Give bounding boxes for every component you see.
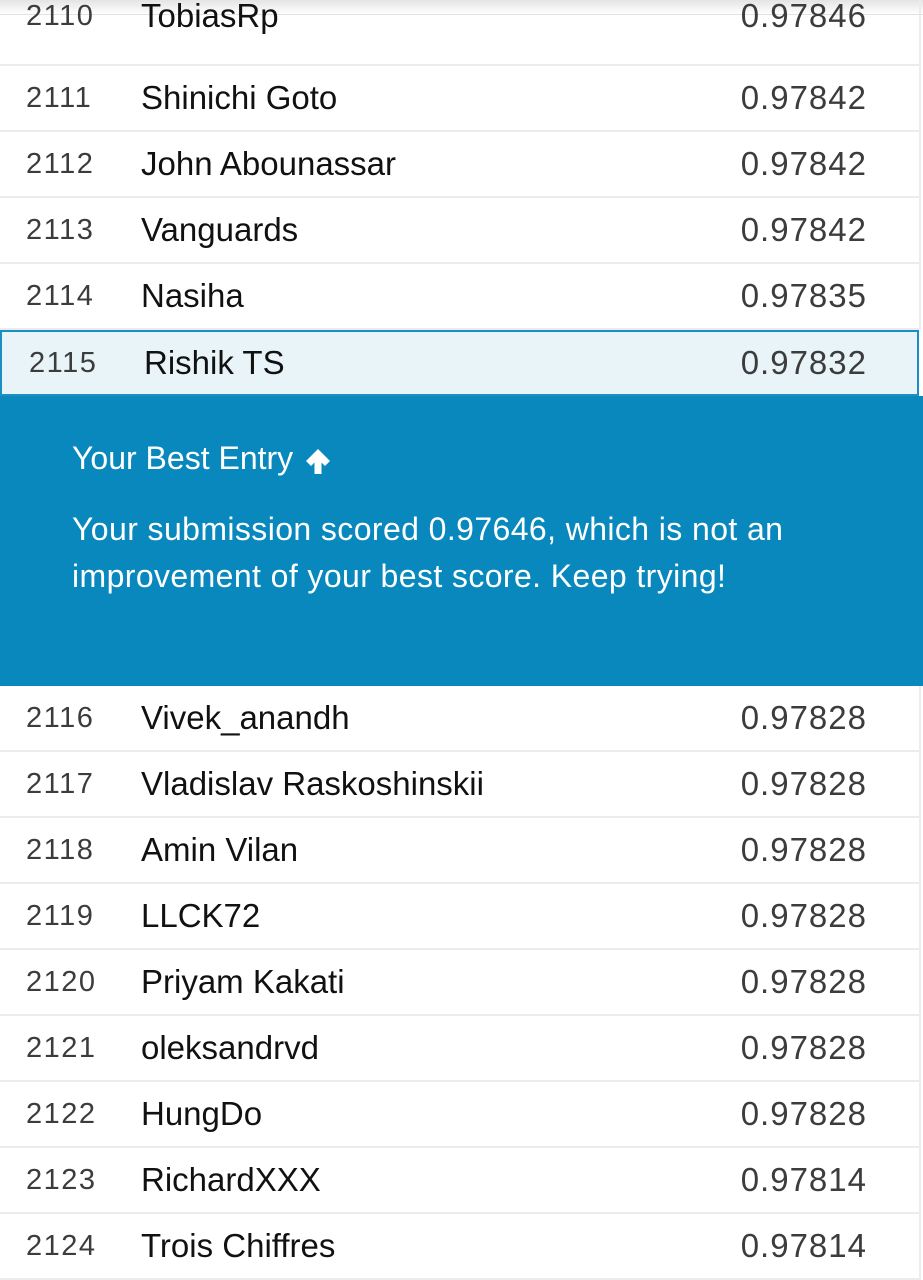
rank: 2115 xyxy=(29,347,98,379)
rank: 2111 xyxy=(26,82,93,114)
table-row[interactable]: 2111 Shinichi Goto 0.97842 xyxy=(0,66,921,132)
team-name[interactable]: Shinichi Goto xyxy=(141,66,337,130)
table-row[interactable]: 2117 Vladislav Raskoshinskii 0.97828 xyxy=(0,752,921,818)
score: 0.97828 xyxy=(740,699,867,736)
team-name[interactable]: Vivek_anandh xyxy=(141,686,350,750)
table-row[interactable]: 2113 Vanguards 0.97842 xyxy=(0,198,921,264)
table-row[interactable]: 2124 Trois Chiffres 0.97814 xyxy=(0,1214,921,1280)
score: 0.97832 xyxy=(740,344,867,381)
rank: 2113 xyxy=(26,214,95,246)
score: 0.97814 xyxy=(740,1161,867,1198)
rank: 2124 xyxy=(26,1230,97,1262)
rank: 2110 xyxy=(26,0,95,32)
score: 0.97828 xyxy=(740,1095,867,1132)
team-name[interactable]: Rishik TS xyxy=(144,332,285,394)
table-row[interactable]: 2116 Vivek_anandh 0.97828 xyxy=(0,686,921,752)
table-row[interactable]: 2119 LLCK72 0.97828 xyxy=(0,884,921,950)
team-name[interactable]: TobiasRp xyxy=(141,0,279,64)
score: 0.97835 xyxy=(740,277,867,314)
score: 0.97842 xyxy=(740,145,867,182)
current-user-row[interactable]: 2115 Rishik TS 0.97832 xyxy=(0,330,919,396)
team-name[interactable]: Vanguards xyxy=(141,198,298,262)
leaderboard: 2110 TobiasRp 0.97846 2111 Shinichi Goto… xyxy=(0,0,923,1280)
team-name[interactable]: LLCK72 xyxy=(141,884,260,948)
rank: 2118 xyxy=(26,834,95,866)
team-name[interactable]: oleksandrvd xyxy=(141,1016,319,1080)
rank: 2116 xyxy=(26,702,95,734)
rank: 2114 xyxy=(26,280,95,312)
team-name[interactable]: Trois Chiffres xyxy=(141,1214,335,1278)
best-entry-banner: Your Best Entry Your submission scored 0… xyxy=(0,396,923,686)
score: 0.97828 xyxy=(740,831,867,868)
team-name[interactable]: Nasiha xyxy=(141,264,244,328)
team-name[interactable]: Priyam Kakati xyxy=(141,950,345,1014)
score: 0.97828 xyxy=(740,963,867,1000)
rank: 2117 xyxy=(26,768,95,800)
table-row[interactable]: 2121 oleksandrvd 0.97828 xyxy=(0,1016,921,1082)
table-row[interactable]: 2114 Nasiha 0.97835 xyxy=(0,264,921,330)
score: 0.97846 xyxy=(740,0,867,34)
score: 0.97828 xyxy=(740,897,867,934)
best-entry-title: Your Best Entry xyxy=(72,436,863,480)
rank: 2123 xyxy=(26,1164,97,1196)
table-row[interactable]: 2120 Priyam Kakati 0.97828 xyxy=(0,950,921,1016)
rank: 2119 xyxy=(26,900,95,932)
rank: 2122 xyxy=(26,1098,97,1130)
team-name[interactable]: RichardXXX xyxy=(141,1148,321,1212)
team-name[interactable]: John Abounassar xyxy=(141,132,396,196)
table-row[interactable]: 2122 HungDo 0.97828 xyxy=(0,1082,921,1148)
arrow-up-icon xyxy=(303,443,333,474)
score: 0.97828 xyxy=(740,765,867,802)
team-name[interactable]: Vladislav Raskoshinskii xyxy=(141,752,484,816)
table-row[interactable]: 2112 John Abounassar 0.97842 xyxy=(0,132,921,198)
best-entry-title-text: Your Best Entry xyxy=(72,440,294,476)
rank: 2112 xyxy=(26,148,95,180)
team-name[interactable]: Amin Vilan xyxy=(141,818,298,882)
table-row[interactable]: 2110 TobiasRp 0.97846 xyxy=(0,0,921,66)
score: 0.97828 xyxy=(740,1029,867,1066)
rank: 2121 xyxy=(26,1032,97,1064)
rank: 2120 xyxy=(26,966,97,998)
score: 0.97842 xyxy=(740,211,867,248)
best-entry-message: Your submission scored 0.97646, which is… xyxy=(72,511,784,594)
table-row[interactable]: 2123 RichardXXX 0.97814 xyxy=(0,1148,921,1214)
score: 0.97814 xyxy=(740,1227,867,1264)
table-row[interactable]: 2118 Amin Vilan 0.97828 xyxy=(0,818,921,884)
score: 0.97842 xyxy=(740,79,867,116)
team-name[interactable]: HungDo xyxy=(141,1082,262,1146)
